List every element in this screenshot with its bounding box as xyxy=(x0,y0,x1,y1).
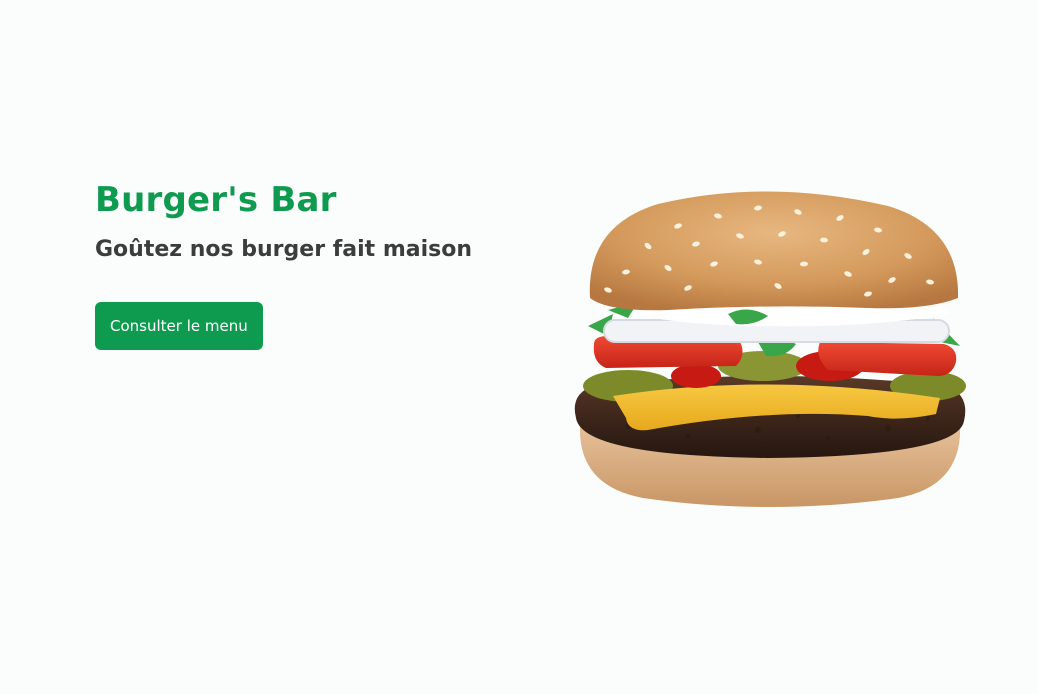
burger-image xyxy=(574,191,966,507)
hero-section: Burger's Bar Goûtez nos burger fait mais… xyxy=(0,0,1038,694)
site-title: Burger's Bar xyxy=(95,180,337,220)
view-menu-button[interactable]: Consulter le menu xyxy=(95,302,263,350)
tagline: Goûtez nos burger fait maison xyxy=(95,237,473,262)
hero-text-block: Burger's Bar Goûtez nos burger fait mais… xyxy=(95,178,535,350)
